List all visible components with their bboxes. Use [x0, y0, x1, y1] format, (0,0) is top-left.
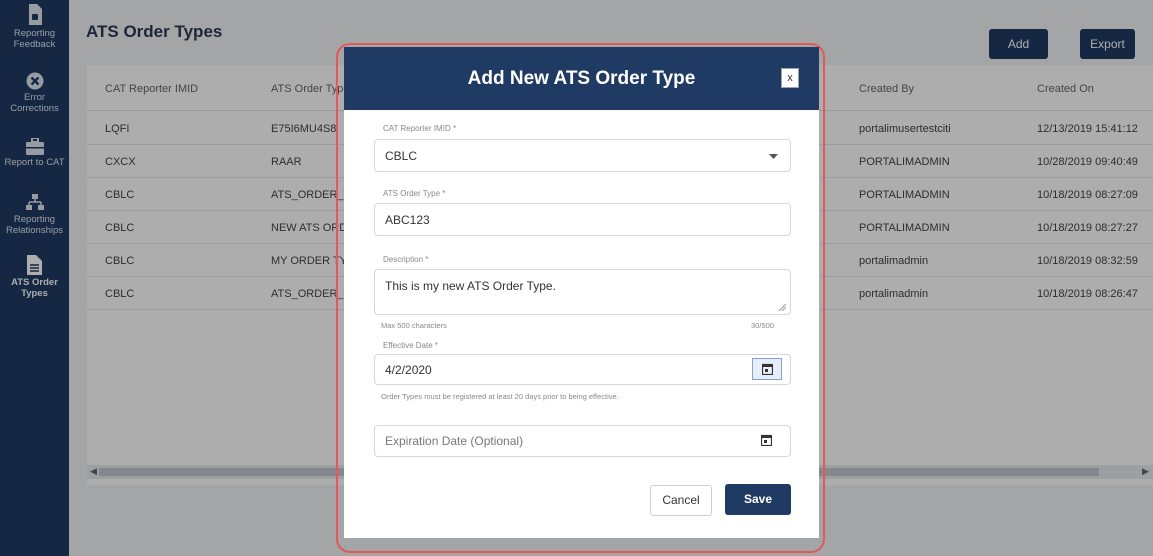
cancel-button[interactable]: Cancel — [650, 485, 712, 516]
effective-date-value: 4/2/2020 — [385, 363, 432, 377]
effective-date-label: Effective Date * — [381, 341, 440, 350]
description-value: This is my new ATS Order Type. — [385, 279, 556, 293]
add-ats-order-type-dialog: Add New ATS Order Type x CBLC CAT Report… — [344, 47, 819, 538]
resize-handle-icon[interactable] — [779, 304, 786, 311]
expiration-date-placeholder: Expiration Date (Optional) — [385, 434, 524, 448]
calendar-icon — [762, 363, 773, 375]
expiration-date-input[interactable]: Expiration Date (Optional) — [374, 425, 791, 457]
calendar-icon[interactable] — [761, 434, 772, 446]
dialog-header: Add New ATS Order Type x — [344, 47, 819, 110]
close-button[interactable]: x — [781, 68, 799, 88]
order-type-label: ATS Order Type * — [381, 189, 448, 198]
imid-label: CAT Reporter IMID * — [381, 124, 459, 133]
order-type-value: ABC123 — [385, 213, 430, 227]
effective-date-picker-button[interactable] — [752, 358, 782, 380]
imid-select-value: CBLC — [385, 149, 418, 163]
description-label: Description * — [381, 255, 431, 264]
order-type-input[interactable]: ABC123 — [374, 203, 791, 236]
effective-date-note: Order Types must be registered at least … — [381, 392, 619, 401]
save-button[interactable]: Save — [725, 484, 791, 515]
description-max-hint: Max 500 characters — [381, 321, 447, 330]
dialog-title: Add New ATS Order Type — [467, 68, 696, 89]
description-textarea[interactable]: This is my new ATS Order Type. — [374, 269, 791, 315]
effective-date-input[interactable]: 4/2/2020 — [374, 354, 791, 385]
chevron-down-icon — [769, 154, 778, 159]
description-char-count: 30/500 — [751, 321, 774, 330]
imid-select[interactable]: CBLC — [374, 139, 791, 172]
